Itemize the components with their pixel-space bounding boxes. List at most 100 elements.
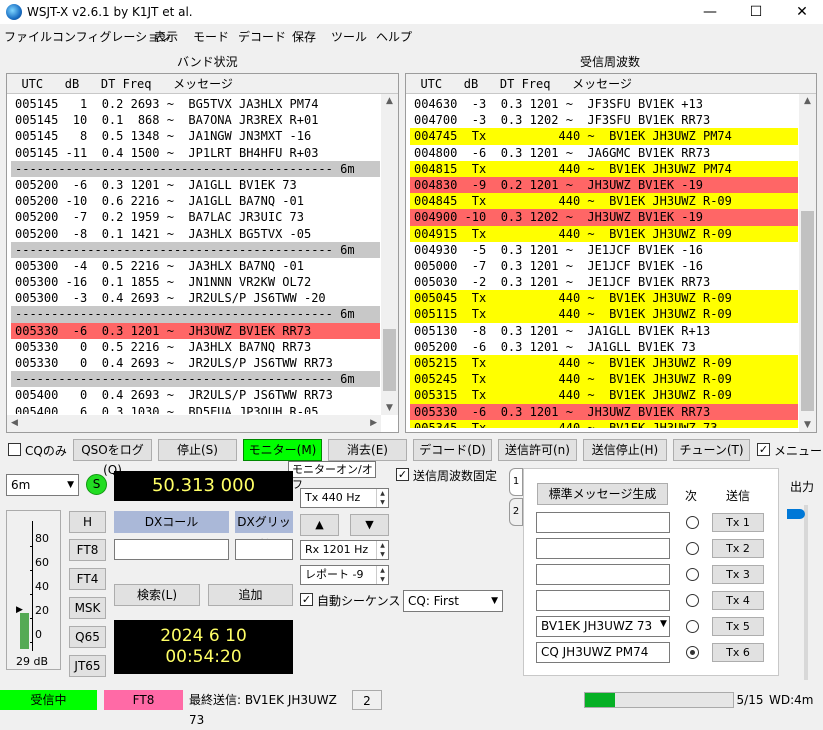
rx-frequency-list[interactable]: 004630 -3 0.3 1201 ~ JF3SFU BV1EK +13 004… xyxy=(410,96,798,428)
mode-button-h[interactable]: H xyxy=(69,511,106,533)
cq-only-checkbox[interactable] xyxy=(8,443,21,456)
decode-button[interactable]: デコード(D) xyxy=(413,439,492,461)
tab-1[interactable]: 1 xyxy=(509,468,523,496)
band-row[interactable]: 005400 0 0.4 2693 ~ JR2ULS/P JS6TWW RR73 xyxy=(11,387,380,403)
tx2-next-radio[interactable] xyxy=(686,542,699,555)
enable-tx-button[interactable]: 送信許可(n) xyxy=(498,439,577,461)
rx-row[interactable]: 005315 Tx 440 ~ BV1EK JH3UWZ R-09 xyxy=(410,387,798,404)
tab-2[interactable]: 2 xyxy=(509,498,523,526)
tx6-message-input[interactable]: CQ JH3UWZ PM74 xyxy=(536,642,670,663)
band-separator-row[interactable]: ----------------------------------------… xyxy=(11,306,380,323)
tx3-next-radio[interactable] xyxy=(686,568,699,581)
band-row[interactable]: 005330 0 0.5 2216 ~ JA3HLX BA7NQ RR73 xyxy=(11,339,380,355)
band-activity-vscroll[interactable]: ▲ ▼ xyxy=(381,94,398,415)
rx-row[interactable]: 005245 Tx 440 ~ BV1EK JH3UWZ R-09 xyxy=(410,371,798,388)
rx-to-tx-button[interactable]: ▼ xyxy=(350,514,389,536)
band-row[interactable]: 005330 -6 0.3 1201 ~ JH3UWZ BV1EK RR73 xyxy=(11,322,380,339)
maximize-button[interactable]: ☐ xyxy=(733,0,779,24)
band-row[interactable]: 005145 -11 0.4 1500 ~ JP1LRT BH4HFU R+03 xyxy=(11,145,380,161)
chevron-down-icon[interactable]: ▼ xyxy=(660,619,667,629)
scroll-right-icon[interactable]: ▶ xyxy=(370,418,377,428)
scroll-thumb[interactable] xyxy=(801,211,814,411)
band-select[interactable]: 6m ▼ xyxy=(6,474,79,496)
dx-call-input[interactable] xyxy=(114,539,229,560)
tx6-send-button[interactable]: Tx 6 xyxy=(712,643,764,662)
rx-row[interactable]: 004930 -5 0.3 1201 ~ JE1JCF BV1EK -16 xyxy=(410,242,798,258)
menu-mode[interactable]: モード xyxy=(193,28,229,45)
menu-view[interactable]: 表示 xyxy=(154,28,178,45)
band-row[interactable]: 005200 -10 0.6 2216 ~ JA1GLL BA7NQ -01 xyxy=(11,193,380,209)
scroll-down-icon[interactable]: ▼ xyxy=(804,420,811,430)
spin-arrows-icon[interactable]: ▲ ▼ xyxy=(376,489,388,507)
band-activity-list[interactable]: 005145 1 0.2 2693 ~ BG5TVX JA3HLX PM74 00… xyxy=(11,96,380,414)
rx-row[interactable]: 004800 -6 0.3 1201 ~ JA6GMC BV1EK RR73 xyxy=(410,145,798,161)
tx4-message-input[interactable] xyxy=(536,590,670,611)
spin-arrows-icon[interactable]: ▲ ▼ xyxy=(376,566,388,584)
add-button[interactable]: 追加 xyxy=(208,584,293,606)
rx-row[interactable]: 005000 -7 0.3 1201 ~ JE1JCF BV1EK -16 xyxy=(410,258,798,274)
rx-row[interactable]: 005130 -8 0.3 1201 ~ JA1GLL BV1EK R+13 xyxy=(410,323,798,339)
tx2-message-input[interactable] xyxy=(536,538,670,559)
auto-seq-checkbox[interactable]: ✓ xyxy=(300,593,313,606)
menus-checkbox[interactable]: ✓ xyxy=(757,443,770,456)
mode-button-q65[interactable]: Q65 xyxy=(69,626,106,648)
erase-button[interactable]: 消去(E) xyxy=(328,439,407,461)
generate-messages-button[interactable]: 標準メッセージ生成 xyxy=(537,483,668,505)
menu-file[interactable]: ファイル xyxy=(4,28,52,45)
rx-frequency-vscroll[interactable]: ▲ ▼ xyxy=(799,94,816,432)
band-row[interactable]: 005300 -16 0.1 1855 ~ JN1NNN VR2KW OL72 xyxy=(11,274,380,290)
tx4-send-button[interactable]: Tx 4 xyxy=(712,591,764,610)
power-slider-track[interactable] xyxy=(804,505,808,680)
tx1-message-input[interactable] xyxy=(536,512,670,533)
band-row[interactable]: 005145 8 0.5 1348 ~ JA1NGW JN3MXT -16 xyxy=(11,128,380,144)
band-row[interactable]: 005145 1 0.2 2693 ~ BG5TVX JA3HLX PM74 xyxy=(11,96,380,112)
tx-to-rx-button[interactable]: ▲ xyxy=(300,514,339,536)
scroll-up-icon[interactable]: ▲ xyxy=(804,96,811,106)
tx1-send-button[interactable]: Tx 1 xyxy=(712,513,764,532)
close-button[interactable]: ✕ xyxy=(779,0,823,24)
tx3-message-input[interactable] xyxy=(536,564,670,585)
mode-button-msk[interactable]: MSK xyxy=(69,597,106,619)
rx-row[interactable]: 004830 -9 0.2 1201 ~ JH3UWZ BV1EK -19 xyxy=(410,176,798,194)
band-separator-row[interactable]: ----------------------------------------… xyxy=(11,160,380,177)
menu-tools[interactable]: ツール xyxy=(331,28,367,45)
band-separator-row[interactable]: ----------------------------------------… xyxy=(11,241,380,258)
hold-tx-freq-checkbox[interactable]: ✓ xyxy=(396,468,409,481)
cq-mode-select[interactable]: CQ: First ▼ xyxy=(403,590,503,612)
menu-decode[interactable]: デコード xyxy=(238,28,286,45)
band-row[interactable]: 005300 -4 0.5 2216 ~ JA3HLX BA7NQ -01 xyxy=(11,258,380,274)
minimize-button[interactable]: — xyxy=(687,0,733,24)
rx-row[interactable]: 004700 -3 0.3 1202 ~ JF3SFU BV1EK RR73 xyxy=(410,112,798,128)
rx-row[interactable]: 005330 -6 0.3 1201 ~ JH3UWZ BV1EK RR73 xyxy=(410,403,798,420)
log-qso-button[interactable]: QSOをログ(Q) xyxy=(73,439,152,477)
tx-freq-spinbox[interactable]: Tx 440 Hz ▲ ▼ xyxy=(300,488,389,508)
rx-row[interactable]: 005345 Tx 440 ~ BV1EK JH3UWZ 73 xyxy=(410,419,798,428)
rx-row[interactable]: 004845 Tx 440 ~ BV1EK JH3UWZ R-09 xyxy=(410,193,798,210)
band-row[interactable]: 005400 6 0.3 1030 ~ BD5EUA JP3OUH R-05 xyxy=(11,404,380,414)
band-row[interactable]: 005330 0 0.4 2693 ~ JR2ULS/P JS6TWW RR73 xyxy=(11,355,380,371)
monitor-button[interactable]: モニター(M) xyxy=(243,439,322,461)
rx-row[interactable]: 004630 -3 0.3 1201 ~ JF3SFU BV1EK +13 xyxy=(410,96,798,112)
band-row[interactable]: 005200 -6 0.3 1201 ~ JA1GLL BV1EK 73 xyxy=(11,177,380,193)
band-row[interactable]: 005200 -7 0.2 1959 ~ BA7LAC JR3UIC 73 xyxy=(11,209,380,225)
band-row[interactable]: 005300 -3 0.4 2693 ~ JR2ULS/P JS6TWW -20 xyxy=(11,290,380,306)
rx-row[interactable]: 005045 Tx 440 ~ BV1EK JH3UWZ R-09 xyxy=(410,290,798,307)
tx4-next-radio[interactable] xyxy=(686,594,699,607)
halt-tx-button[interactable]: 送信停止(H) xyxy=(583,439,667,461)
tx5-next-radio[interactable] xyxy=(686,620,699,633)
band-row[interactable]: 005200 -8 0.1 1421 ~ JA3HLX BG5TVX -05 xyxy=(11,226,380,242)
scroll-down-icon[interactable]: ▼ xyxy=(386,403,393,413)
spin-arrows-icon[interactable]: ▲ ▼ xyxy=(376,541,388,559)
rx-row[interactable]: 004915 Tx 440 ~ BV1EK JH3UWZ R-09 xyxy=(410,225,798,242)
band-activity-hscroll[interactable]: ◀ ▶ xyxy=(7,415,381,432)
rx-row[interactable]: 005115 Tx 440 ~ BV1EK JH3UWZ R-09 xyxy=(410,306,798,323)
rx-row[interactable]: 005030 -2 0.3 1201 ~ JE1JCF BV1EK RR73 xyxy=(410,274,798,290)
rx-row[interactable]: 004745 Tx 440 ~ BV1EK JH3UWZ PM74 xyxy=(410,128,798,145)
dx-grid-input[interactable] xyxy=(235,539,293,560)
lookup-button[interactable]: 検索(L) xyxy=(114,584,200,606)
tx5-message-input[interactable]: BV1EK JH3UWZ 73 xyxy=(536,616,670,637)
rx-row[interactable]: 005200 -6 0.3 1201 ~ JA1GLL BV1EK 73 xyxy=(410,339,798,355)
band-separator-row[interactable]: ----------------------------------------… xyxy=(11,371,380,388)
stop-button[interactable]: 停止(S) xyxy=(158,439,237,461)
tx1-next-radio[interactable] xyxy=(686,516,699,529)
